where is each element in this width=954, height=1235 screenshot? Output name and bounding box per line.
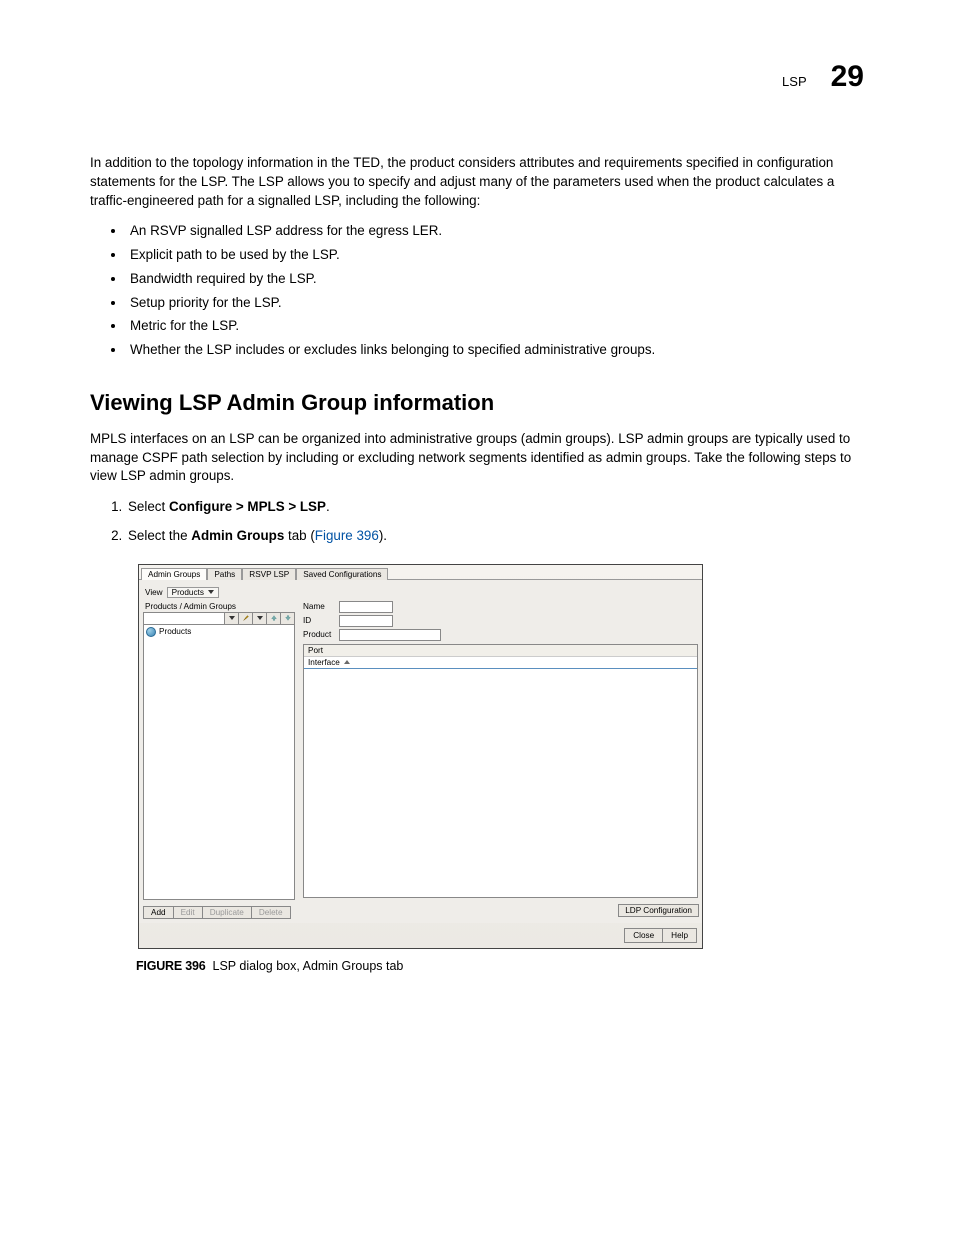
chevron-down-icon xyxy=(229,616,235,620)
bullet-list: An RSVP signalled LSP address for the eg… xyxy=(90,222,864,360)
search-dropdown-button[interactable] xyxy=(252,612,267,625)
product-label: Product xyxy=(303,630,337,639)
move-down-button[interactable] xyxy=(280,612,295,625)
name-field[interactable] xyxy=(339,601,393,613)
tab-admin-groups[interactable]: Admin Groups xyxy=(141,568,207,580)
name-label: Name xyxy=(303,602,337,611)
tab-paths[interactable]: Paths xyxy=(207,568,242,580)
step-item: Select the Admin Groups tab (Figure 396)… xyxy=(126,527,864,546)
id-field[interactable] xyxy=(339,615,393,627)
bullet-item: Bandwidth required by the LSP. xyxy=(126,270,864,289)
figure-xref[interactable]: Figure 396 xyxy=(315,528,379,543)
move-up-button[interactable] xyxy=(266,612,281,625)
figure-number: FIGURE 396 xyxy=(136,959,206,973)
port-table-body xyxy=(304,669,697,897)
products-panel-title: Products / Admin Groups xyxy=(143,601,295,612)
arrow-down-icon xyxy=(284,614,292,622)
add-button[interactable]: Add xyxy=(143,906,174,919)
bullet-item: Setup priority for the LSP. xyxy=(126,294,864,313)
port-column-label: Interface xyxy=(308,658,340,667)
step-text: Select the xyxy=(128,528,191,543)
port-table: Port Interface xyxy=(303,644,698,898)
section-heading: Viewing LSP Admin Group information xyxy=(90,390,864,416)
step-item: Select Configure > MPLS > LSP. xyxy=(126,498,864,517)
bullet-item: An RSVP signalled LSP address for the eg… xyxy=(126,222,864,241)
tab-rsvp-lsp[interactable]: RSVP LSP xyxy=(242,568,296,580)
ldp-configuration-button[interactable]: LDP Configuration xyxy=(618,904,699,917)
flashlight-icon xyxy=(242,614,250,622)
tree-root-label: Products xyxy=(159,627,191,636)
port-table-header: Port xyxy=(304,645,697,657)
tab-saved-configurations[interactable]: Saved Configurations xyxy=(296,568,388,580)
delete-button[interactable]: Delete xyxy=(251,906,291,919)
duplicate-button[interactable]: Duplicate xyxy=(202,906,252,919)
step-text: tab ( xyxy=(284,528,315,543)
bullet-item: Metric for the LSP. xyxy=(126,317,864,336)
chapter-number: 29 xyxy=(831,60,864,94)
tab-strip: Admin Groups Paths RSVP LSP Saved Config… xyxy=(139,565,702,579)
globe-icon xyxy=(146,627,156,637)
view-label: View xyxy=(145,588,163,597)
section-paragraph: MPLS interfaces on an LSP can be organiz… xyxy=(90,430,864,486)
bullet-item: Explicit path to be used by the LSP. xyxy=(126,246,864,265)
page-header-label: LSP xyxy=(782,74,807,89)
tree-root-item[interactable]: Products xyxy=(146,627,292,637)
dialog-screenshot: Admin Groups Paths RSVP LSP Saved Config… xyxy=(138,564,703,949)
step-bold: Configure > MPLS > LSP xyxy=(169,499,326,514)
product-field[interactable] xyxy=(339,629,441,641)
figure-caption: FIGURE 396 LSP dialog box, Admin Groups … xyxy=(136,959,864,973)
filter-input[interactable] xyxy=(143,612,225,625)
figure-caption-text: LSP dialog box, Admin Groups tab xyxy=(213,959,404,973)
arrow-up-icon xyxy=(270,614,278,622)
step-text: Select xyxy=(128,499,169,514)
view-dropdown-value: Products xyxy=(172,588,204,597)
bullet-item: Whether the LSP includes or excludes lin… xyxy=(126,341,864,360)
sort-ascending-icon xyxy=(344,660,350,664)
step-text: ). xyxy=(379,528,387,543)
id-label: ID xyxy=(303,616,337,625)
step-text: . xyxy=(326,499,330,514)
intro-paragraph: In addition to the topology information … xyxy=(90,154,864,210)
steps-list: Select Configure > MPLS > LSP. Select th… xyxy=(90,498,864,546)
port-column-interface[interactable]: Interface xyxy=(304,657,697,669)
view-dropdown[interactable]: Products xyxy=(167,587,219,598)
chevron-down-icon xyxy=(208,590,214,594)
filter-dropdown-button[interactable] xyxy=(224,612,239,625)
products-tree[interactable]: Products xyxy=(143,624,295,900)
edit-button[interactable]: Edit xyxy=(173,906,203,919)
help-button[interactable]: Help xyxy=(662,928,697,943)
search-button[interactable] xyxy=(238,612,253,625)
step-bold: Admin Groups xyxy=(191,528,284,543)
close-button[interactable]: Close xyxy=(624,928,663,943)
chevron-down-icon xyxy=(257,616,263,620)
